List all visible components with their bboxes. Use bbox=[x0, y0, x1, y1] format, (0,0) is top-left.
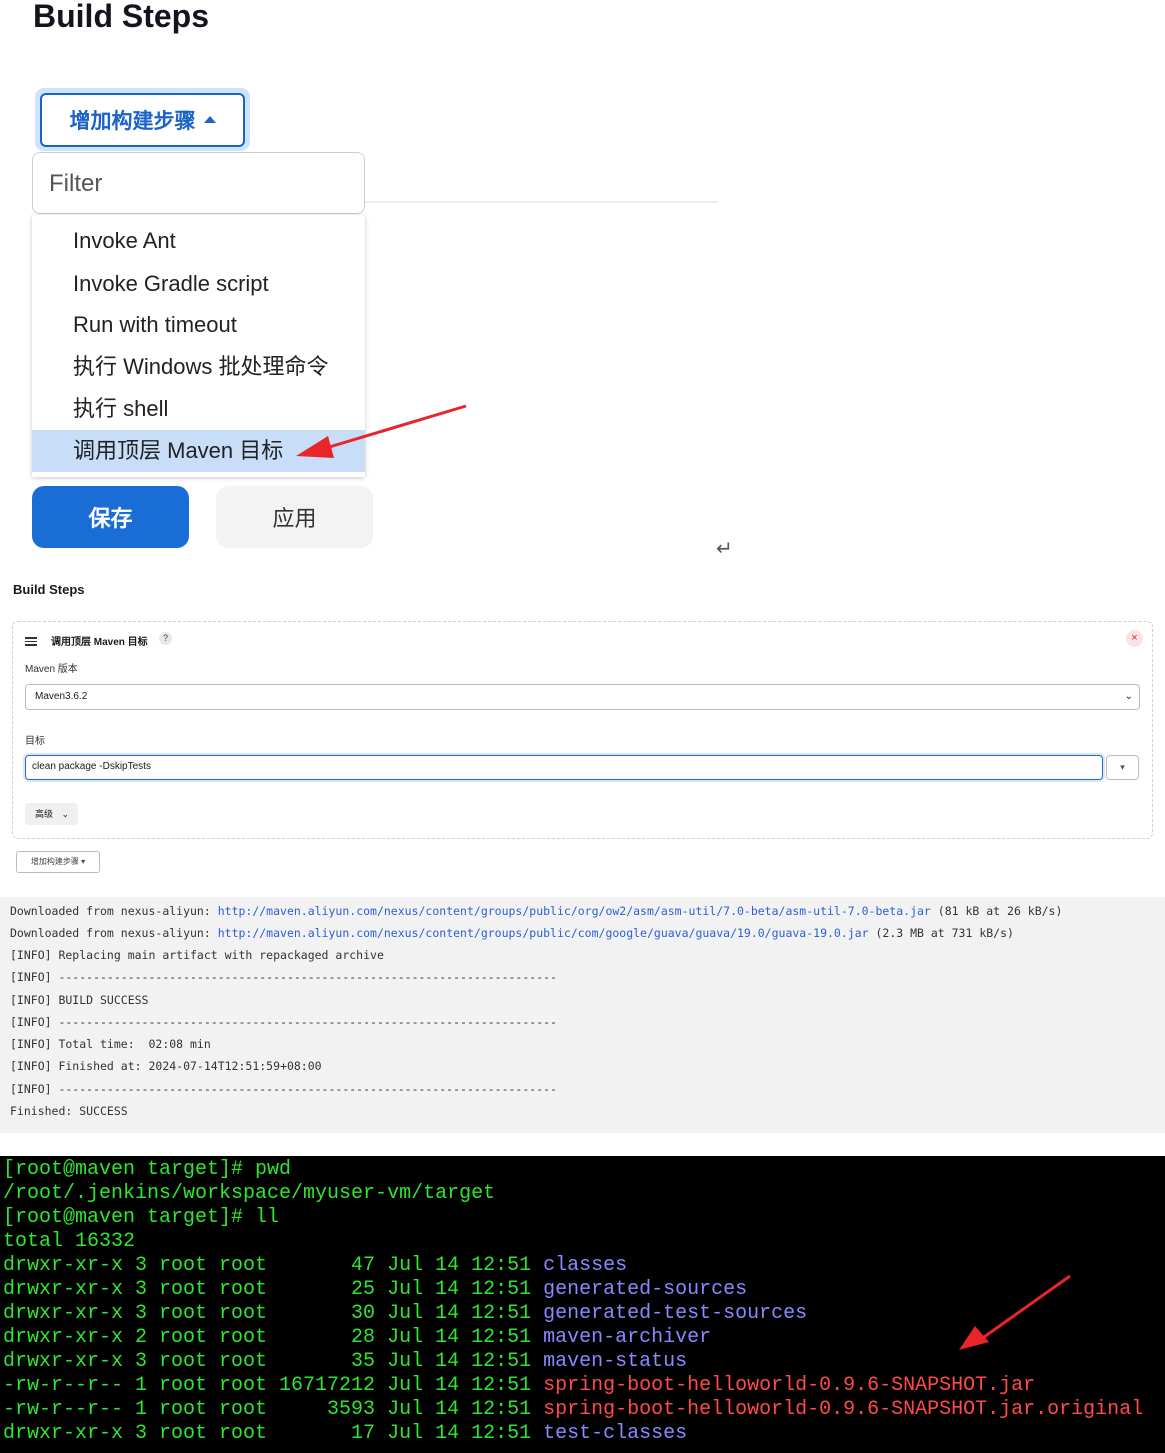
chevron-down-icon: ⌄ bbox=[61, 809, 70, 819]
maven-version-label: Maven 版本 bbox=[25, 664, 78, 675]
dir-name: generated-sources bbox=[543, 1278, 748, 1301]
return-icon: ↵ bbox=[716, 538, 733, 560]
terminal-line: drwxr-xr-x 3 root root 17 Jul 14 12:51 t… bbox=[3, 1422, 688, 1445]
add-build-step-label: 增加构建步骤 bbox=[69, 110, 196, 133]
console-line: Downloaded from nexus-aliyun: http://mav… bbox=[10, 926, 1014, 940]
terminal-line: -rw-r--r-- 1 root root 3593 Jul 14 12:51… bbox=[3, 1398, 1144, 1421]
annotation-arrow-icon bbox=[959, 1274, 1071, 1350]
download-link[interactable]: http://maven.aliyun.com/nexus/content/gr… bbox=[218, 904, 931, 918]
apply-button[interactable]: 应用 bbox=[216, 486, 373, 548]
console-line: Finished: SUCCESS bbox=[10, 1104, 128, 1118]
dir-name: maven-archiver bbox=[543, 1326, 712, 1349]
advanced-label: 高级 bbox=[35, 809, 54, 819]
goal-expand-button[interactable]: ▾ bbox=[1106, 755, 1139, 780]
jar-file-name: spring-boot-helloworld-0.9.6-SNAPSHOT.ja… bbox=[543, 1398, 1144, 1421]
dir-name: generated-test-sources bbox=[543, 1302, 808, 1325]
console-line: [INFO] Total time: 02:08 min bbox=[10, 1037, 211, 1051]
dir-name: maven-status bbox=[543, 1350, 688, 1373]
build-steps-heading-small: Build Steps bbox=[13, 582, 85, 597]
terminal-line: /root/.jenkins/workspace/myuser-vm/targe… bbox=[3, 1182, 496, 1205]
console-line: [INFO] BUILD SUCCESS bbox=[10, 993, 149, 1007]
console-line: [INFO] Replacing main artifact with repa… bbox=[10, 948, 384, 962]
console-line: [INFO] ---------------------------------… bbox=[10, 1082, 557, 1096]
dir-name: classes bbox=[543, 1254, 628, 1277]
terminal-line: -rw-r--r-- 1 root root 16717212 Jul 14 1… bbox=[3, 1374, 1036, 1397]
drag-handle-icon[interactable] bbox=[25, 637, 37, 646]
console-line: [INFO] ---------------------------------… bbox=[10, 1015, 557, 1029]
maven-step-card: 调用顶层 Maven 目标 ? × Maven 版本 Maven3.6.2 ⌄ … bbox=[12, 621, 1153, 839]
maven-step-config-screenshot: Build Steps 调用顶层 Maven 目标 ? × Maven 版本 M… bbox=[0, 565, 1165, 890]
terminal-line: drwxr-xr-x 3 root root 30 Jul 14 12:51 g… bbox=[3, 1302, 808, 1325]
close-icon[interactable]: × bbox=[1126, 630, 1143, 647]
terminal-line: drwxr-xr-x 3 root root 47 Jul 14 12:51 c… bbox=[3, 1254, 628, 1277]
download-link[interactable]: http://maven.aliyun.com/nexus/content/gr… bbox=[218, 926, 869, 940]
help-icon[interactable]: ? bbox=[159, 632, 172, 645]
terminal-line: total 16332 bbox=[3, 1230, 136, 1253]
add-build-step-button-small[interactable]: 增加构建步骤 ▾ bbox=[16, 851, 100, 873]
menu-item-invoke-gradle[interactable]: Invoke Gradle script bbox=[32, 263, 365, 305]
save-button[interactable]: 保存 bbox=[32, 486, 189, 548]
goal-label: 目标 bbox=[25, 736, 45, 747]
section-divider bbox=[365, 201, 718, 203]
goal-input[interactable]: clean package -DskipTests bbox=[25, 755, 1103, 780]
dir-name: test-classes bbox=[543, 1422, 688, 1445]
menu-item-maven-goals[interactable]: 调用顶层 Maven 目标 bbox=[32, 430, 365, 472]
chevron-down-icon: ⌄ bbox=[1124, 691, 1133, 702]
add-build-step-button[interactable]: 增加构建步骤 bbox=[40, 93, 245, 147]
jar-file-name: spring-boot-helloworld-0.9.6-SNAPSHOT.ja… bbox=[543, 1374, 1036, 1397]
filter-field[interactable] bbox=[32, 152, 365, 214]
console-line: [INFO] Finished at: 2024-07-14T12:51:59+… bbox=[10, 1059, 322, 1073]
build-step-dropdown-screenshot: Build Steps 增加构建步骤 Invoke Ant Invoke Gra… bbox=[0, 0, 1165, 560]
console-output-screenshot: Downloaded from nexus-aliyun: http://mav… bbox=[0, 897, 1165, 1133]
menu-item-invoke-ant[interactable]: Invoke Ant bbox=[32, 220, 365, 262]
console-line: Downloaded from nexus-aliyun: http://mav… bbox=[10, 904, 1063, 918]
terminal-screenshot: [root@maven target]# pwd /root/.jenkins/… bbox=[0, 1156, 1165, 1453]
add-build-step-small-label: 增加构建步骤 bbox=[30, 857, 79, 866]
terminal-line: drwxr-xr-x 3 root root 25 Jul 14 12:51 g… bbox=[3, 1278, 748, 1301]
step-title: 调用顶层 Maven 目标 bbox=[51, 637, 148, 648]
terminal-line: [root@maven target]# pwd bbox=[3, 1158, 292, 1181]
caret-up-icon bbox=[203, 115, 216, 123]
advanced-button[interactable]: 高级 ⌄ bbox=[25, 803, 78, 825]
filter-input[interactable] bbox=[47, 165, 351, 203]
maven-version-value: Maven3.6.2 bbox=[35, 691, 88, 702]
build-step-menu: Invoke Ant Invoke Gradle script Run with… bbox=[32, 215, 365, 477]
caret-down-icon: ▾ bbox=[78, 857, 86, 866]
terminal-line: drwxr-xr-x 2 root root 28 Jul 14 12:51 m… bbox=[3, 1326, 712, 1349]
terminal-line: [root@maven target]# ll bbox=[3, 1206, 280, 1229]
build-steps-heading: Build Steps bbox=[33, 0, 210, 34]
menu-item-windows-batch[interactable]: 执行 Windows 批处理命令 bbox=[32, 346, 365, 388]
menu-item-shell[interactable]: 执行 shell bbox=[32, 388, 365, 430]
maven-version-select[interactable]: Maven3.6.2 ⌄ bbox=[25, 684, 1140, 710]
menu-item-run-with-timeout[interactable]: Run with timeout bbox=[32, 304, 365, 346]
terminal-line: drwxr-xr-x 3 root root 35 Jul 14 12:51 m… bbox=[3, 1350, 688, 1373]
console-line: [INFO] ---------------------------------… bbox=[10, 970, 557, 984]
